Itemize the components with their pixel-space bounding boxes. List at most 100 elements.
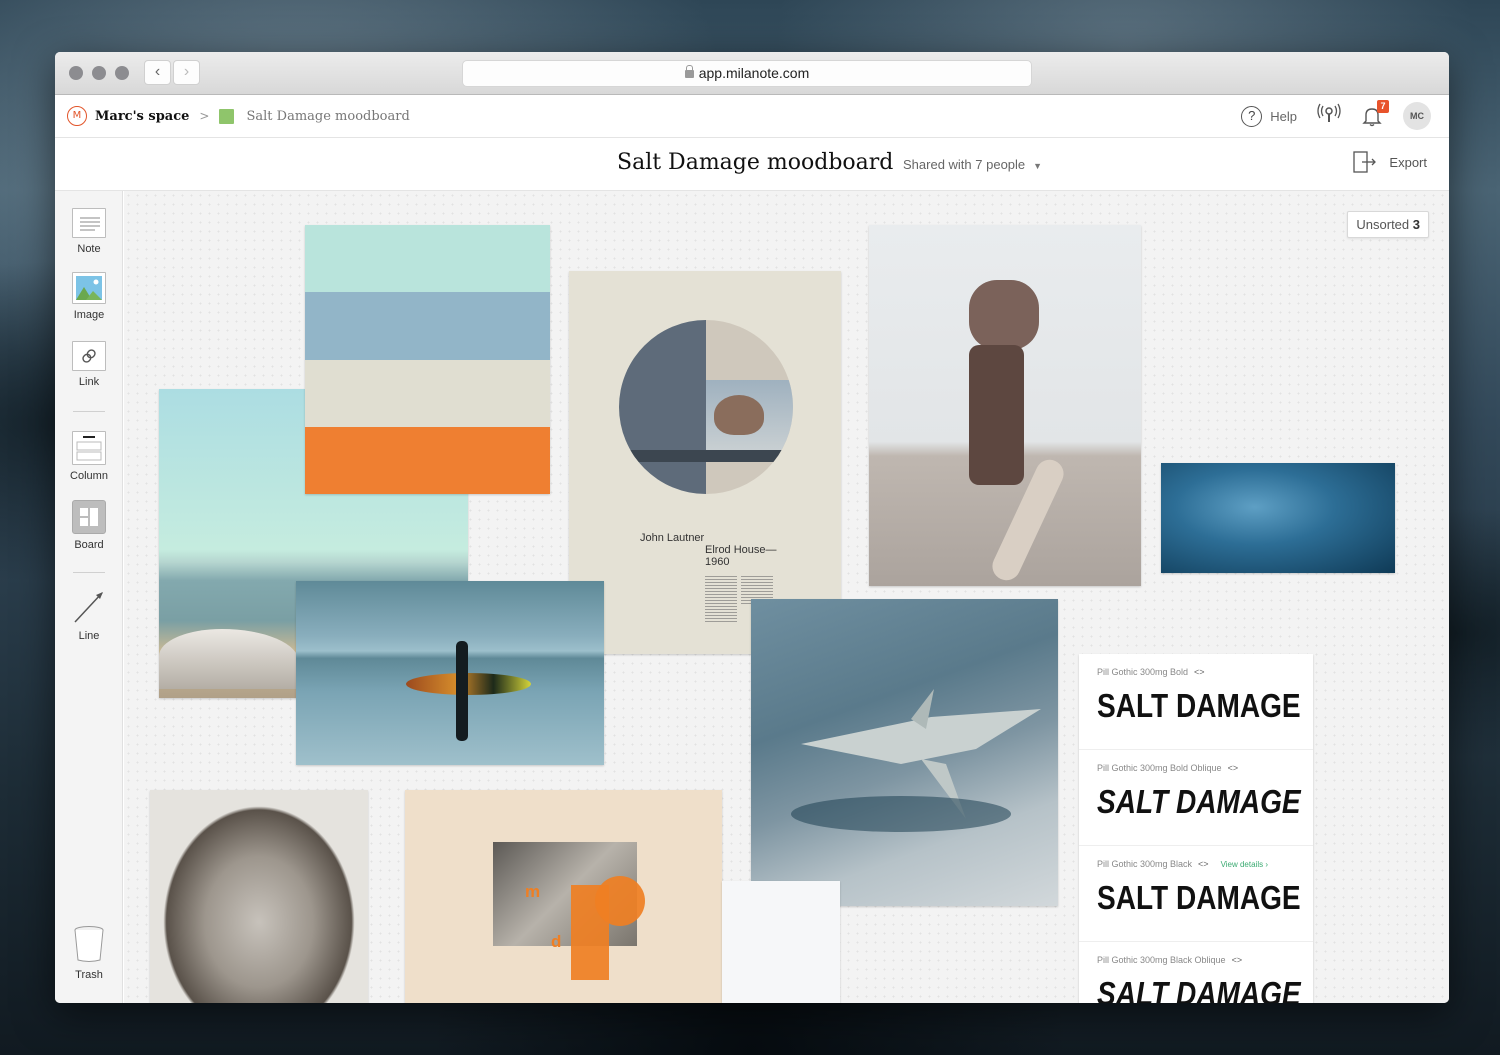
breadcrumb-space[interactable]: Marc's space: [95, 109, 189, 124]
surfer-shape: [456, 641, 468, 741]
browser-toolbar: ‹ › app.milanote.com: [55, 52, 1449, 95]
font-sample: SALT DAMAGE: [1097, 687, 1301, 724]
image-card-portrait[interactable]: [150, 790, 368, 1003]
help-button[interactable]: ? Help: [1241, 105, 1297, 127]
breadcrumb: M Marc's space > Salt Damage moodboard: [67, 106, 410, 126]
breadcrumb-board[interactable]: Salt Damage moodboard: [246, 109, 409, 124]
view-details-link[interactable]: View details ›: [1221, 860, 1268, 869]
tool-board[interactable]: Board: [55, 500, 123, 551]
notification-badge: 7: [1377, 100, 1389, 113]
collage-letter: m: [525, 882, 541, 901]
board-icon: [72, 500, 106, 534]
breadcrumb-separator-icon: >: [199, 109, 210, 123]
board-titlebar: Salt Damage moodboard Shared with 7 peop…: [55, 138, 1449, 191]
font-sample: SALT DAMAGE: [1097, 879, 1301, 916]
tool-note[interactable]: Note: [55, 208, 123, 255]
font-name-label: Pill Gothic 300mg Black: [1097, 859, 1193, 869]
font-name: Pill Gothic 300mg Bold Oblique <>: [1097, 763, 1295, 773]
back-button[interactable]: ‹: [144, 60, 171, 85]
blank-card[interactable]: [722, 881, 840, 1003]
image-card-wave[interactable]: [1161, 463, 1395, 573]
tool-image[interactable]: Image: [55, 272, 123, 321]
board-canvas[interactable]: Unsorted 3 John Lautner Elrod House— 1960: [124, 191, 1449, 1003]
font-name: Pill Gothic 300mg Bold <>: [1097, 667, 1295, 677]
app-header: M Marc's space > Salt Damage moodboard ?…: [55, 95, 1449, 138]
tool-sidebar: Note Image Link Column Board Line Trash: [55, 191, 123, 1003]
forward-button[interactable]: ›: [173, 60, 200, 85]
question-icon: ?: [1241, 105, 1263, 127]
chevron-left-icon: ‹: [154, 63, 161, 80]
code-icon[interactable]: <>: [1198, 859, 1209, 869]
type-specimen-row: Pill Gothic 300mg Black <> View details › S…: [1079, 846, 1313, 942]
minimize-window-button[interactable]: [92, 66, 106, 80]
font-name-label: Pill Gothic 300mg Black Oblique: [1097, 955, 1226, 965]
font-name-label: Pill Gothic 300mg Bold: [1097, 667, 1189, 677]
color-swatch: [305, 426, 550, 494]
broadcast-icon[interactable]: [1317, 103, 1341, 130]
caret-down-icon: ▼: [1033, 161, 1043, 171]
font-name-label: Pill Gothic 300mg Bold Oblique: [1097, 763, 1222, 773]
image-card-collage[interactable]: m d: [405, 790, 722, 1003]
image-card-surfer[interactable]: [296, 581, 604, 765]
tool-label: Column: [70, 470, 108, 482]
type-specimen-row: Pill Gothic 300mg Black Oblique <> SALT DA…: [1079, 942, 1313, 1003]
type-specimen-row: Pill Gothic 300mg Bold Oblique <> SALT DAM…: [1079, 750, 1313, 846]
orange-circle-shape: [595, 876, 645, 926]
tool-column[interactable]: Column: [55, 431, 123, 482]
surfboard-shape: [406, 673, 531, 695]
tool-line[interactable]: Line: [55, 589, 123, 642]
trash-button[interactable]: Trash: [55, 924, 123, 981]
tool-label: Trash: [75, 969, 103, 981]
font-name: Pill Gothic 300mg Black <> View details ›: [1097, 859, 1295, 869]
code-icon[interactable]: <>: [1228, 763, 1239, 773]
export-icon: [1353, 151, 1377, 173]
column-icon: [72, 431, 106, 465]
color-swatch: [305, 225, 550, 293]
share-dropdown[interactable]: Shared with 7 people ▼: [903, 157, 1042, 172]
poster-circle-image: [619, 320, 793, 494]
color-swatch: [305, 292, 550, 360]
color-swatch: [305, 359, 550, 427]
avatar[interactable]: MC: [1403, 102, 1431, 130]
tool-label: Line: [78, 630, 100, 642]
lock-icon: [684, 65, 694, 78]
font-name: Pill Gothic 300mg Black Oblique <>: [1097, 955, 1295, 965]
note-icon: [72, 208, 106, 238]
trousers-shape: [969, 345, 1024, 485]
color-palette-card[interactable]: [305, 225, 550, 494]
shared-label: Shared with 7 people: [903, 157, 1026, 172]
export-button[interactable]: Export: [1353, 151, 1427, 173]
tool-label: Image: [73, 309, 105, 321]
page-title[interactable]: Salt Damage moodboard: [617, 150, 893, 175]
type-specimen-row: Pill Gothic 300mg Bold <> SALT DAMAGE: [1079, 654, 1313, 750]
notifications-button[interactable]: 7: [1361, 100, 1389, 127]
url-text: app.milanote.com: [698, 65, 810, 81]
chevron-right-icon: ›: [183, 63, 190, 80]
code-icon[interactable]: <>: [1194, 667, 1205, 677]
export-label: Export: [1389, 154, 1427, 170]
code-icon[interactable]: <>: [1232, 955, 1243, 965]
type-specimen-card[interactable]: Pill Gothic 300mg Bold <> SALT DAMAGE Pill …: [1079, 654, 1313, 1003]
milanote-logo-icon[interactable]: M: [67, 106, 87, 126]
tool-label: Link: [78, 376, 100, 388]
image-card-skater[interactable]: [869, 225, 1141, 586]
tool-label: Note: [77, 243, 101, 255]
image-card-origami[interactable]: [751, 599, 1058, 906]
unsorted-button[interactable]: Unsorted 3: [1347, 211, 1429, 238]
sidebar-divider: [73, 572, 105, 573]
address-bar[interactable]: app.milanote.com: [462, 60, 1032, 87]
image-icon: [72, 272, 106, 304]
close-window-button[interactable]: [69, 66, 83, 80]
unsorted-label: Unsorted: [1356, 217, 1410, 232]
board-color-icon: [219, 108, 235, 124]
maximize-window-button[interactable]: [115, 66, 129, 80]
font-sample: SALT DAMAGE: [1097, 783, 1301, 820]
link-icon: [72, 341, 106, 371]
rocks-shape: [159, 629, 299, 689]
image-card-poster[interactable]: John Lautner Elrod House— 1960: [569, 271, 841, 654]
sidebar-divider: [73, 411, 105, 412]
unsorted-count: 3: [1412, 217, 1420, 232]
sweater-shape: [969, 280, 1039, 350]
tool-link[interactable]: Link: [55, 341, 123, 388]
poster-title: Elrod House— 1960: [705, 544, 777, 568]
